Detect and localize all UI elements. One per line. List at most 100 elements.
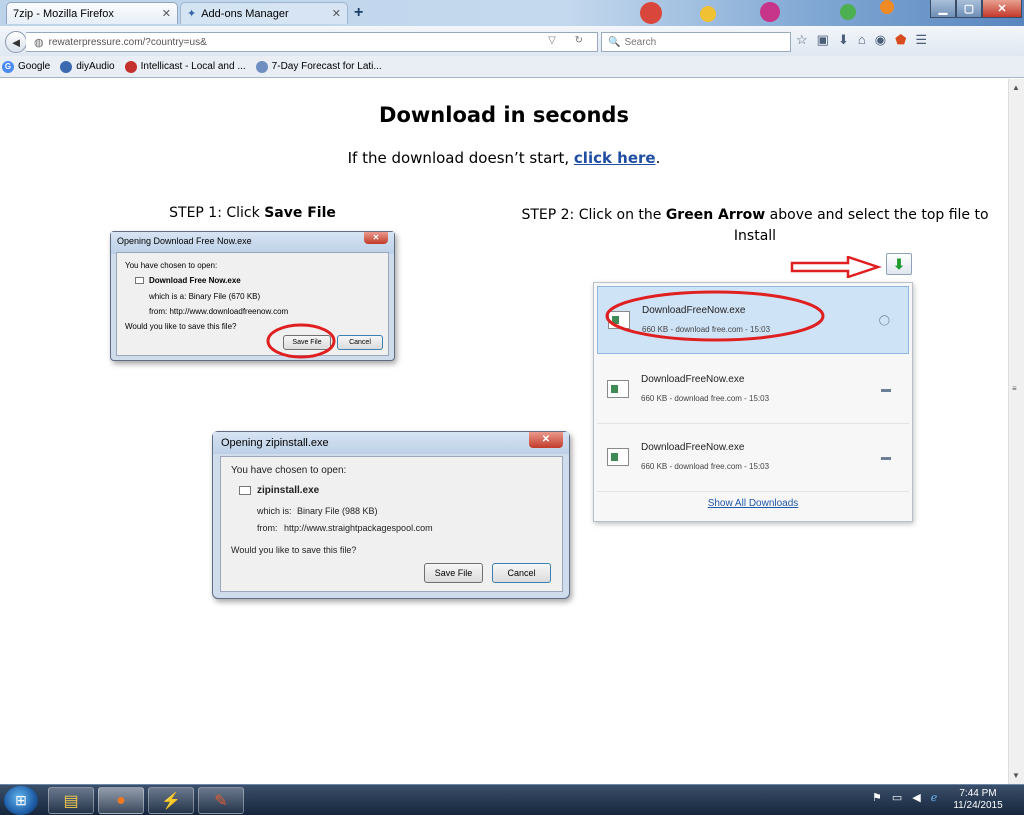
reload-icon[interactable]: ▽ ↻ <box>548 35 591 46</box>
subline-text: If the download doesn’t start, <box>347 149 574 167</box>
start-button[interactable]: ⊞ <box>4 786 38 815</box>
page-subline: If the download doesn’t start, click her… <box>0 149 1008 167</box>
weather-icon <box>255 60 268 73</box>
red-circle-annotation <box>605 290 825 342</box>
zipinstall-close-icon[interactable]: ✕ <box>529 432 563 448</box>
winamp-taskbar-button[interactable]: ⚡ <box>148 787 194 814</box>
step1-bold: Save File <box>264 205 336 221</box>
click-here-link[interactable]: click here <box>574 149 656 167</box>
bookmark-forecast[interactable]: 7-Day Forecast for Lati... <box>255 60 382 73</box>
back-arrow-icon: ◄ <box>9 34 23 50</box>
file-icon <box>607 380 629 398</box>
home-icon[interactable]: ⌂ <box>858 32 866 48</box>
web-page: Download in seconds If the download does… <box>0 79 1008 784</box>
zipinstall-which-is-value: Binary File (988 KB) <box>297 506 378 516</box>
action-center-icon[interactable]: ⚑ <box>872 791 882 804</box>
file-icon <box>607 448 629 466</box>
clock[interactable]: 7:44 PM 11/24/2015 <box>946 788 1010 812</box>
zipinstall-which-is-label: which is: <box>257 506 292 516</box>
shield-icon[interactable]: ⬟ <box>895 32 906 48</box>
zipinstall-dialog-title: Opening zipinstall.exe <box>213 432 569 454</box>
save-file-button[interactable]: Save File <box>424 563 483 583</box>
cancel-button[interactable]: Cancel <box>492 563 551 583</box>
menu-icon[interactable]: ☰ <box>915 32 927 48</box>
bookmark-star-icon[interactable]: ☆ <box>796 32 808 48</box>
ie-icon[interactable]: ℯ <box>931 791 938 804</box>
bookmark-label: Intellicast - Local and ... <box>140 61 246 72</box>
intellicast-icon <box>124 60 137 73</box>
network-icon[interactable]: ▭ <box>892 791 902 804</box>
windows-taskbar: ⊞ ▤ ● ⚡ ✎ ⚑ ▭ ◀ ℯ 7:44 PM 11/24/2015 <box>0 784 1024 815</box>
download-meta: 660 KB - download free.com - 15:03 <box>641 462 770 471</box>
folder-icon[interactable]: ▬ <box>881 452 891 463</box>
tab-addons-label: Add-ons Manager <box>201 7 289 20</box>
download-item[interactable]: DownloadFreeNow.exe 660 KB - download fr… <box>597 424 909 492</box>
scroll-thumb-icon[interactable]: ≡ <box>1012 384 1017 393</box>
folder-icon[interactable]: ▬ <box>881 384 891 395</box>
green-arrow-icon: ⬇ <box>893 255 905 272</box>
bookmark-label: diyAudio <box>76 61 115 72</box>
tab-7zip[interactable]: 7zip - Mozilla Firefox ✕ <box>6 2 178 24</box>
step2-text-end: above and select the top file to Install <box>733 207 989 244</box>
subline-period: . <box>655 149 661 167</box>
small-dialog-which-is: which is a: Binary File (670 KB) <box>149 292 261 301</box>
green-download-arrow-button[interactable]: ⬇ <box>886 253 912 275</box>
paint-icon: ✎ <box>214 792 228 810</box>
small-dialog-close-icon: ✕ <box>364 232 388 244</box>
globe-icon: ◍ <box>34 36 44 49</box>
system-tray: ⚑ ▭ ◀ ℯ <box>872 791 937 804</box>
bookmark-diyaudio[interactable]: diyAudio <box>60 60 115 73</box>
browser-window: 7zip - Mozilla Firefox ✕ ✦ Add-ons Manag… <box>0 0 1024 815</box>
small-dialog-filename: Download Free Now.exe <box>149 276 241 285</box>
zipinstall-chosen: You have chosen to open: <box>231 465 347 476</box>
chat-icon[interactable]: ◉ <box>875 32 886 48</box>
search-placeholder: Search <box>624 36 657 48</box>
bookmark-google[interactable]: G Google <box>2 60 51 73</box>
minimize-button[interactable]: ▁ <box>930 0 956 18</box>
paint-taskbar-button[interactable]: ✎ <box>198 787 244 814</box>
close-window-button[interactable]: ✕ <box>982 0 1022 18</box>
maximize-button[interactable]: ▢ <box>956 0 982 18</box>
url-bar[interactable]: ◍ rewaterpressure.com/?country=us& ▽ ↻ <box>26 32 598 52</box>
show-all-downloads-link[interactable]: Show All Downloads <box>594 498 912 509</box>
clock-time: 7:44 PM <box>959 788 997 799</box>
download-item[interactable]: DownloadFreeNow.exe 660 KB - download fr… <box>597 356 909 424</box>
tab-addons-manager[interactable]: ✦ Add-ons Manager ✕ <box>180 2 348 24</box>
step2-heading: STEP 2: Click on the Green Arrow above a… <box>505 205 1005 247</box>
google-icon: G <box>2 60 14 73</box>
file-icon <box>135 277 144 284</box>
windows-logo-icon: ⊞ <box>15 792 27 808</box>
small-dialog-question: Would you like to save this file? <box>125 322 237 331</box>
scroll-up-icon[interactable]: ▲ <box>1012 83 1020 92</box>
bookmarks-bar: G Google diyAudio Intellicast - Local an… <box>0 56 1024 78</box>
zipinstall-dialog-body: You have chosen to open: zipinstall.exe … <box>220 456 563 592</box>
tab-close-icon[interactable]: ✕ <box>332 7 341 20</box>
search-input[interactable]: 🔍 Search <box>601 32 791 52</box>
downloads-icon[interactable]: ⬇ <box>838 32 849 48</box>
scroll-down-icon[interactable]: ▼ <box>1012 771 1020 780</box>
clipboard-icon[interactable]: ▣ <box>817 32 829 48</box>
step1-heading: STEP 1: Click Save File <box>110 205 395 221</box>
download-filename: DownloadFreeNow.exe <box>641 442 745 453</box>
explorer-taskbar-button[interactable]: ▤ <box>48 787 94 814</box>
clock-date: 11/24/2015 <box>953 800 1003 811</box>
tab-close-icon[interactable]: ✕ <box>162 7 171 20</box>
bookmark-label: Google <box>18 61 51 72</box>
back-button[interactable]: ◄ <box>5 31 27 53</box>
firefox-icon: ● <box>116 791 126 809</box>
vertical-scrollbar[interactable]: ▲ ≡ ▼ <box>1008 79 1024 784</box>
retry-icon[interactable]: ◯ <box>879 315 890 326</box>
tab-bar: 7zip - Mozilla Firefox ✕ ✦ Add-ons Manag… <box>0 0 1024 26</box>
step2-text: STEP 2: Click on the <box>521 207 666 223</box>
small-dialog-chosen: You have chosen to open: <box>125 261 218 270</box>
tab-7zip-label: 7zip - Mozilla Firefox <box>13 7 114 20</box>
bookmark-intellicast[interactable]: Intellicast - Local and ... <box>124 60 246 73</box>
small-dialog-body: You have chosen to open: Download Free N… <box>116 252 389 356</box>
zipinstall-from-label: from: <box>257 523 278 533</box>
firefox-taskbar-button[interactable]: ● <box>98 787 144 814</box>
step2-bold: Green Arrow <box>665 207 766 223</box>
small-dialog-from: from: http://www.downloadfreenow.com <box>149 307 289 316</box>
new-tab-button[interactable]: + <box>354 4 363 22</box>
volume-icon[interactable]: ◀ <box>912 791 920 804</box>
small-download-dialog: Opening Download Free Now.exe ✕ You have… <box>110 231 395 361</box>
